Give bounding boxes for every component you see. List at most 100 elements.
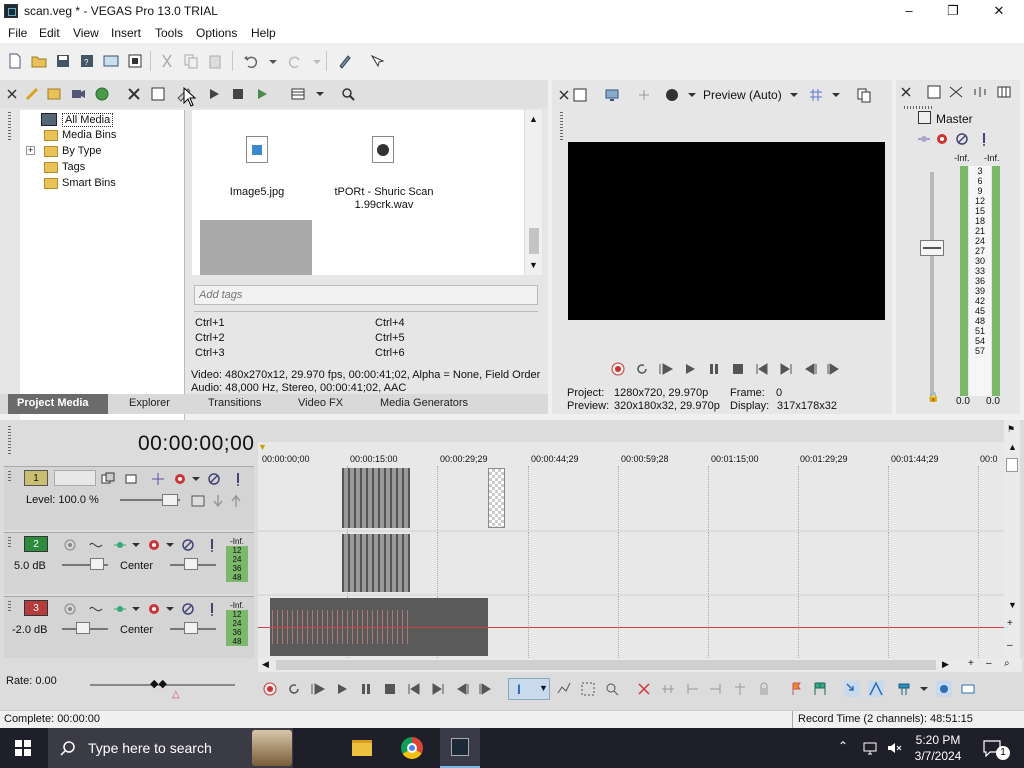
delete-icon[interactable] [636, 681, 652, 697]
snapping-dropdown-icon[interactable] [916, 681, 932, 697]
menu-file[interactable]: File [8, 26, 27, 40]
trim-start-icon[interactable] [684, 681, 700, 697]
pause-icon[interactable] [358, 681, 374, 697]
zoom-edit-tool-icon[interactable] [604, 681, 620, 697]
preview-properties-icon[interactable] [572, 87, 588, 103]
split-icon[interactable] [732, 681, 748, 697]
open-icon[interactable] [30, 52, 48, 70]
tree-item-tags[interactable]: Tags [62, 161, 85, 173]
tree-item-all-media[interactable]: All Media [62, 113, 114, 127]
expand-toggle[interactable]: + [26, 146, 35, 155]
track-solo-icon[interactable] [204, 601, 220, 617]
split-dropdown-icon[interactable] [684, 87, 700, 103]
preview-screen[interactable] [568, 142, 885, 320]
record-icon[interactable] [262, 681, 278, 697]
properties-icon[interactable] [126, 52, 144, 70]
auto-crossfades-icon[interactable] [868, 681, 884, 697]
auto-import-icon[interactable] [24, 86, 40, 102]
redo-dropdown-icon[interactable] [308, 52, 326, 70]
mixer-properties-icon[interactable] [926, 84, 942, 100]
cut-icon[interactable] [158, 52, 176, 70]
compositing-mode-icon[interactable] [100, 471, 116, 487]
insert-region-icon[interactable] [812, 681, 828, 697]
next-frame-icon[interactable] [478, 681, 494, 697]
pan-slider-handle[interactable] [184, 622, 198, 634]
track-solo-icon[interactable] [204, 537, 220, 553]
timecode-display[interactable]: 00:00:00;00 [138, 432, 254, 456]
file-explorer-taskbar-icon[interactable] [346, 734, 378, 762]
file-name-wav[interactable]: tPORt - Shuric Scan 1.99crk.wav [332, 186, 436, 212]
invert-phase-icon[interactable] [88, 601, 104, 617]
views-icon[interactable] [290, 86, 306, 102]
play-icon[interactable] [334, 681, 350, 697]
track-fx-dropdown-icon[interactable] [162, 601, 178, 617]
track-lane-audio-2[interactable] [258, 532, 1004, 594]
taskbar-search-box[interactable]: Type here to search [48, 728, 293, 768]
render-as-icon[interactable] [102, 52, 120, 70]
envelope-edit-tool-icon[interactable] [556, 681, 572, 697]
insert-fx-icon[interactable] [916, 131, 932, 147]
track-mute-icon[interactable] [206, 471, 222, 487]
go-to-end-icon[interactable] [430, 681, 446, 697]
trim-icon[interactable] [660, 681, 676, 697]
track-fx-gear-icon[interactable] [172, 471, 188, 487]
search-media-icon[interactable] [340, 86, 356, 102]
views-dropdown-icon[interactable] [312, 86, 328, 102]
shortcut-ctrl2[interactable]: Ctrl+2 [195, 332, 225, 344]
volume-muted-icon[interactable] [886, 740, 902, 756]
fx-chain-dropdown-icon[interactable] [128, 537, 144, 553]
menu-view[interactable]: View [73, 26, 99, 40]
lock-envelopes-icon[interactable] [936, 681, 952, 697]
mute-icon[interactable] [954, 131, 970, 147]
trim-end-icon[interactable] [708, 681, 724, 697]
tab-explorer[interactable]: Explorer [129, 397, 170, 409]
new-project-icon[interactable] [6, 52, 24, 70]
undo-dropdown-icon[interactable] [264, 52, 282, 70]
copy-icon[interactable] [182, 52, 200, 70]
tree-item-media-bins[interactable]: Media Bins [62, 129, 116, 141]
network-icon[interactable] [862, 740, 878, 756]
redo-icon[interactable] [286, 52, 304, 70]
track-fx-dropdown-icon[interactable] [188, 471, 204, 487]
media-properties-icon[interactable] [150, 86, 166, 102]
image-file-icon[interactable] [246, 136, 268, 163]
snapping-icon[interactable] [896, 681, 912, 697]
track-lane-audio-3[interactable] [258, 596, 1004, 658]
shortcut-ctrl1[interactable]: Ctrl+1 [195, 317, 225, 329]
cursor-marker-icon[interactable]: ▼ [258, 442, 267, 452]
move-up-icon[interactable] [228, 493, 244, 509]
go-to-end-icon[interactable] [778, 361, 794, 377]
track-fx-gear-icon[interactable] [146, 601, 162, 617]
vegas-taskbar-icon[interactable] [440, 728, 480, 768]
move-down-icon[interactable] [210, 493, 226, 509]
track-solo-icon[interactable] [230, 471, 246, 487]
menu-insert[interactable]: Insert [111, 26, 141, 40]
menu-help[interactable]: Help [251, 26, 276, 40]
track-mute-icon[interactable] [180, 601, 196, 617]
track-fx-chain-icon[interactable] [112, 601, 128, 617]
level-slider-handle[interactable] [162, 494, 178, 506]
external-monitor-icon[interactable] [604, 87, 620, 103]
track-lane-video-1[interactable] [258, 466, 1004, 530]
file-list-scrollbar[interactable]: ▲ ▼ [524, 110, 542, 275]
save-icon[interactable] [54, 52, 72, 70]
chrome-taskbar-icon[interactable] [396, 734, 428, 762]
save-as-icon[interactable]: ? [78, 52, 96, 70]
close-window-icon[interactable] [898, 84, 914, 100]
stop-preview-icon[interactable] [230, 86, 246, 102]
master-fader-handle[interactable] [920, 240, 944, 256]
clock-date[interactable]: 3/7/2024 [910, 749, 966, 763]
loop-playback-icon[interactable] [634, 361, 650, 377]
tree-item-by-type[interactable]: By Type [62, 145, 102, 157]
preview-quality-dropdown-icon[interactable] [786, 87, 802, 103]
record-icon[interactable] [610, 361, 626, 377]
lock-events-icon[interactable] [756, 681, 772, 697]
volume-envelope-line[interactable] [258, 627, 1004, 628]
restore-button[interactable]: ❐ [930, 0, 976, 23]
tab-transitions[interactable]: Transitions [208, 397, 261, 409]
next-frame-icon[interactable] [826, 361, 842, 377]
menu-options[interactable]: Options [196, 26, 237, 40]
paste-icon[interactable] [206, 52, 224, 70]
enable-snapping-icon[interactable] [336, 52, 354, 70]
track-name-field[interactable] [54, 470, 96, 486]
